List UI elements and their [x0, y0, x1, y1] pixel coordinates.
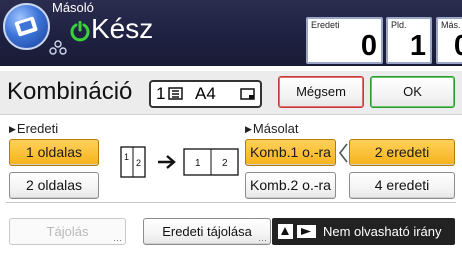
originals-counter-label: Eredeti: [311, 20, 340, 30]
copies-counter: Pld. 1: [386, 17, 432, 64]
originals-counter: Eredeti 0: [306, 17, 383, 64]
original-label-text: Eredeti: [16, 121, 59, 136]
orientation-pages-icon: [278, 224, 316, 239]
diagram-from-page-2: 2: [136, 158, 141, 168]
ok-button[interactable]: OK: [370, 76, 455, 108]
page-title: Kombináció: [7, 78, 133, 105]
copy-section-label: ▶Másolat: [245, 121, 298, 137]
summary-paper-size: A4: [195, 84, 216, 103]
original-orientation-button[interactable]: Eredeti tájolása …: [143, 218, 271, 245]
diagram-to-page-2: 2: [222, 158, 228, 169]
combine-2-side-button[interactable]: Komb.2 o.-ra: [245, 172, 336, 199]
readable-direction-label: Nem olvasható irány: [323, 224, 442, 239]
original-orientation-label: Eredeti tájolása: [162, 224, 252, 239]
status-text: Kész: [91, 13, 154, 44]
other-counter-value: 0: [453, 30, 462, 62]
original-2-sided-button[interactable]: 2 oldalas: [9, 172, 99, 199]
more-dots-icon: …: [113, 233, 122, 243]
other-counter: Más. 0: [436, 17, 462, 64]
copies-counter-label: Pld.: [391, 20, 407, 30]
original-1-sided-button[interactable]: 1 oldalas: [9, 139, 99, 166]
copy-settings-summary: 1 A4: [149, 80, 262, 108]
diagram-to-page-1: 1: [195, 158, 201, 169]
summary-count: 1: [156, 84, 166, 103]
section-divider: [6, 202, 456, 203]
combine-diagram: 1 2 1 2: [120, 146, 239, 178]
orientation-button: Tájolás …: [9, 218, 126, 245]
cancel-button[interactable]: Mégsem: [278, 76, 364, 108]
section-arrow-icon: ▶: [9, 124, 16, 134]
landscape-orientation-icon: [240, 88, 255, 100]
combine-1-side-button[interactable]: Komb.1 o.-ra: [245, 139, 336, 166]
two-originals-button[interactable]: 2 eredeti: [349, 139, 455, 166]
users-icon: [49, 40, 67, 55]
paper-tray-icon: [168, 87, 183, 100]
four-originals-button[interactable]: 4 eredeti: [349, 172, 455, 199]
readable-direction-indicator[interactable]: Nem olvasható irány: [272, 218, 455, 245]
copier-app-icon[interactable]: [3, 3, 50, 50]
originals-bracket-icon: [338, 143, 348, 163]
originals-counter-value: 0: [360, 30, 377, 62]
ready-status-icon: [70, 21, 90, 42]
orientation-label: Tájolás: [46, 224, 89, 239]
original-section-label: ▶Eredeti: [9, 121, 58, 137]
diagram-from-page-1: 1: [124, 152, 129, 162]
copy-label-text: Másolat: [252, 121, 299, 136]
copies-counter-value: 1: [409, 30, 426, 62]
more-dots-icon: …: [258, 233, 267, 243]
status-bar: Másoló Kész Eredeti 0 Pld. 1 Más. 0: [0, 0, 462, 66]
section-arrow-icon: ▶: [245, 124, 252, 134]
app-name: Másoló: [52, 0, 94, 15]
